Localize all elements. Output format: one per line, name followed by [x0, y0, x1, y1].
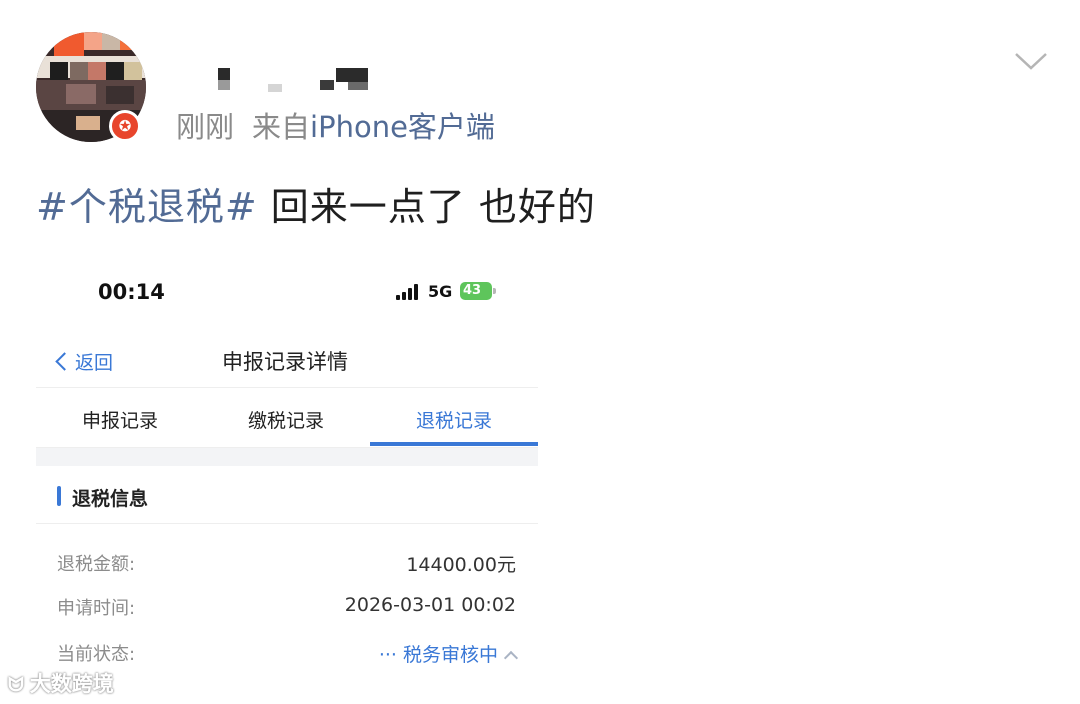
- row-label: 退税金额:: [57, 554, 136, 575]
- record-tabs: 申报记录 缴税记录 退税记录: [36, 390, 538, 448]
- tab-tax-refund-records[interactable]: 退税记录: [416, 406, 492, 433]
- row-label: 当前状态:: [57, 644, 136, 665]
- status-bar: 00:14 5G 43: [36, 262, 538, 322]
- status-value-wrap[interactable]: ··· 税务审核中: [378, 640, 519, 667]
- verified-badge-icon: ✪: [109, 110, 141, 142]
- page-title: 申报记录详情: [222, 350, 348, 374]
- chevron-up-icon: [503, 650, 519, 666]
- post-client-link[interactable]: iPhone客户端: [310, 110, 495, 144]
- info-row-status[interactable]: 当前状态: ··· 税务审核中: [36, 634, 538, 670]
- post-hashtag[interactable]: #个税退税#: [36, 185, 258, 229]
- post-meta: 刚刚 来自iPhone客户端: [176, 104, 495, 146]
- section-divider: [36, 448, 538, 466]
- active-tab-indicator: [370, 442, 538, 446]
- tab-declaration-records[interactable]: 申报记录: [82, 406, 158, 433]
- battery-level: 43: [463, 283, 482, 298]
- status-time: 00:14: [98, 280, 165, 304]
- back-button[interactable]: 返回: [54, 348, 113, 374]
- signal-icon: [396, 284, 420, 300]
- row-value: 2026-03-01 00:02: [344, 594, 516, 616]
- watermark: ᗢ 大数跨境: [8, 668, 114, 698]
- post-source-prefix: 来自: [252, 110, 311, 144]
- username-redacted[interactable]: [212, 66, 372, 94]
- section-title: 退税信息: [72, 488, 149, 510]
- tab-tax-payment-records[interactable]: 缴税记录: [248, 406, 324, 433]
- post-text: 回来一点了 也好的: [257, 185, 596, 229]
- watermark-logo-icon: ᗢ: [8, 674, 24, 696]
- section-header: 退税信息: [36, 466, 538, 524]
- network-type: 5G: [428, 282, 453, 301]
- post-body: #个税退税# 回来一点了 也好的: [36, 176, 596, 231]
- row-label: 申请时间:: [57, 598, 136, 619]
- avatar-container[interactable]: ✪: [36, 24, 150, 146]
- nav-bar: 返回 申报记录详情: [36, 334, 538, 388]
- chevron-down-icon[interactable]: [1014, 48, 1048, 74]
- battery-icon: 43: [460, 282, 496, 300]
- back-label: 返回: [75, 352, 114, 374]
- section-accent-bar: [57, 486, 61, 506]
- info-row-apply-time: 申请时间: 2026-03-01 00:02: [36, 588, 538, 624]
- info-row-refund-amount: 退税金额: 14400.00元: [36, 544, 538, 580]
- post-time: 刚刚: [176, 110, 235, 144]
- row-value: 14400.00元: [406, 554, 516, 576]
- back-chevron-icon: [55, 352, 74, 371]
- attached-screenshot[interactable]: 00:14 5G 43 返回 申报记录详情 申报记录 缴税记录 退税记录 退税信…: [36, 262, 538, 704]
- watermark-text: 大数跨境: [29, 672, 114, 696]
- status-value: ··· 税务审核中: [378, 644, 498, 666]
